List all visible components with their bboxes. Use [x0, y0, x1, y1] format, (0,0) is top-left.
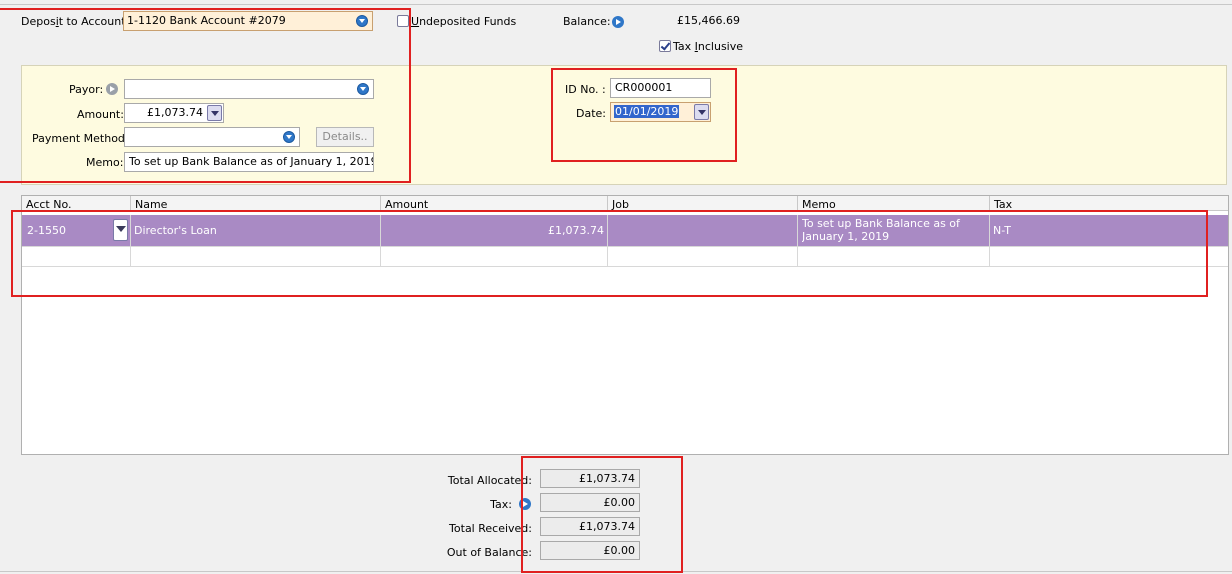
- tax-value: £0.00: [540, 493, 640, 512]
- row-acct-no: 2-1550: [27, 224, 66, 237]
- top-divider: [0, 4, 1232, 5]
- chevron-down-icon: [116, 226, 126, 232]
- deposit-account-select[interactable]: 1-1120 Bank Account #2079: [123, 11, 373, 31]
- id-number-label: ID No. :: [565, 83, 606, 96]
- undeposited-funds-label: Undeposited Funds: [411, 15, 517, 28]
- row-amount: £1,073.74: [548, 224, 604, 237]
- bottom-divider: [0, 571, 1232, 572]
- memo-field[interactable]: To set up Bank Balance as of January 1, …: [124, 152, 374, 172]
- table-row[interactable]: 2-1550 Director's Loan £1,073.74 To set …: [22, 215, 1228, 246]
- total-allocated-label: Total Allocated:: [447, 474, 532, 487]
- allocation-grid: Acct No. Name Amount Job Memo Tax 2-1550…: [21, 195, 1229, 455]
- calendar-dropdown-icon[interactable]: [694, 104, 709, 120]
- out-of-balance-label: Out of Balance:: [446, 546, 532, 559]
- column-header-memo[interactable]: Memo: [798, 196, 990, 211]
- balance-label: Balance:: [563, 15, 611, 28]
- deposit-to-account-label: Deposit to Account:: [21, 15, 130, 28]
- balance-value: £15,466.69: [677, 14, 740, 27]
- memo-label: Memo:: [86, 156, 124, 169]
- amount-value: £1,073.74: [147, 106, 203, 119]
- row-name: Director's Loan: [134, 224, 217, 237]
- column-header-name[interactable]: Name: [131, 196, 381, 211]
- dropdown-icon[interactable]: [283, 131, 295, 143]
- dropdown-icon[interactable]: [357, 83, 369, 95]
- tax-label: Tax:: [490, 498, 512, 511]
- tax-arrow-icon[interactable]: [519, 498, 531, 510]
- dropdown-icon[interactable]: [356, 15, 368, 27]
- tax-inclusive-label: Tax Inclusive: [673, 40, 744, 53]
- amount-label: Amount:: [77, 108, 124, 121]
- total-received-label: Total Received:: [449, 522, 532, 535]
- payor-arrow-icon[interactable]: [106, 83, 118, 95]
- payment-method-label: Payment Method:: [32, 132, 129, 145]
- table-row[interactable]: [22, 247, 1228, 266]
- out-of-balance-value: £0.00: [540, 541, 640, 560]
- column-header-tax[interactable]: Tax: [990, 196, 1228, 211]
- date-value: 01/01/2019: [614, 105, 680, 118]
- date-label: Date:: [576, 107, 606, 120]
- deposit-account-value: 1-1120 Bank Account #2079: [127, 14, 286, 27]
- column-header-amount[interactable]: Amount: [381, 196, 608, 211]
- date-field[interactable]: 01/01/2019: [610, 102, 711, 122]
- tax-inclusive-checkbox[interactable]: [659, 40, 671, 52]
- row-divider: [22, 266, 1228, 267]
- total-received-value: £1,073.74: [540, 517, 640, 536]
- payor-label: Payor:: [69, 83, 104, 96]
- undeposited-funds-checkbox[interactable]: [397, 15, 409, 27]
- amount-field[interactable]: £1,073.74: [124, 103, 224, 123]
- payment-method-select[interactable]: [124, 127, 300, 147]
- payor-select[interactable]: [124, 79, 374, 99]
- row-tax: N-T: [993, 224, 1011, 237]
- details-button[interactable]: Details..: [316, 127, 374, 147]
- acct-lookup-dropdown[interactable]: [113, 219, 128, 241]
- total-allocated-value: £1,073.74: [540, 469, 640, 488]
- row-memo: To set up Bank Balance as of January 1, …: [802, 217, 960, 243]
- column-header-job[interactable]: Job: [608, 196, 798, 211]
- grid-header: Acct No. Name Amount Job Memo Tax: [22, 196, 1228, 211]
- balance-arrow-icon[interactable]: [612, 16, 624, 28]
- id-number-field[interactable]: CR000001: [610, 78, 711, 98]
- calculator-dropdown-icon[interactable]: [207, 105, 222, 121]
- column-header-acct-no[interactable]: Acct No.: [22, 196, 131, 211]
